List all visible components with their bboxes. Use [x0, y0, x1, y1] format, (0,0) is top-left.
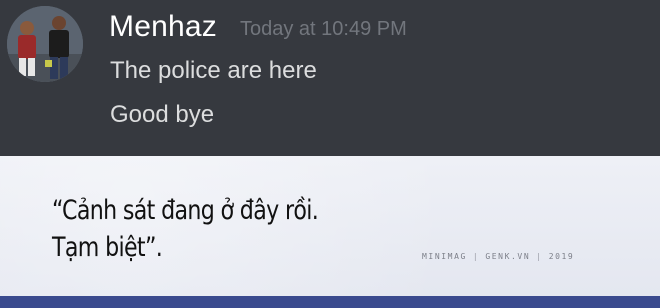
credit-year: 2019 [548, 252, 575, 261]
message-timestamp: Today at 10:49 PM [240, 18, 407, 40]
user-avatar[interactable] [7, 6, 83, 82]
caption-line-1: “Cảnh sát đang ở đây rồi. [52, 195, 319, 226]
message-line: Good bye [110, 101, 215, 128]
credit-separator: | [472, 252, 480, 261]
source-credit: MINIMAG | GENK.VN | 2019 [422, 252, 574, 262]
credit-brand: MINIMAG [422, 252, 467, 261]
credit-site: GENK.VN [485, 252, 531, 261]
translation-caption-card: “Cảnh sát đang ở đây rồi. Tạm biệt”. MIN… [0, 156, 660, 296]
bottom-accent-bar [0, 296, 660, 308]
credit-separator: | [536, 252, 543, 261]
message-username[interactable]: Menhaz [109, 10, 217, 44]
avatar-photo-icon [7, 6, 83, 82]
caption-line-2: Tạm biệt”. [52, 232, 163, 263]
message-line: The police are here [110, 57, 317, 84]
chat-message-panel: Menhaz Today at 10:49 PM The police are … [0, 0, 660, 156]
